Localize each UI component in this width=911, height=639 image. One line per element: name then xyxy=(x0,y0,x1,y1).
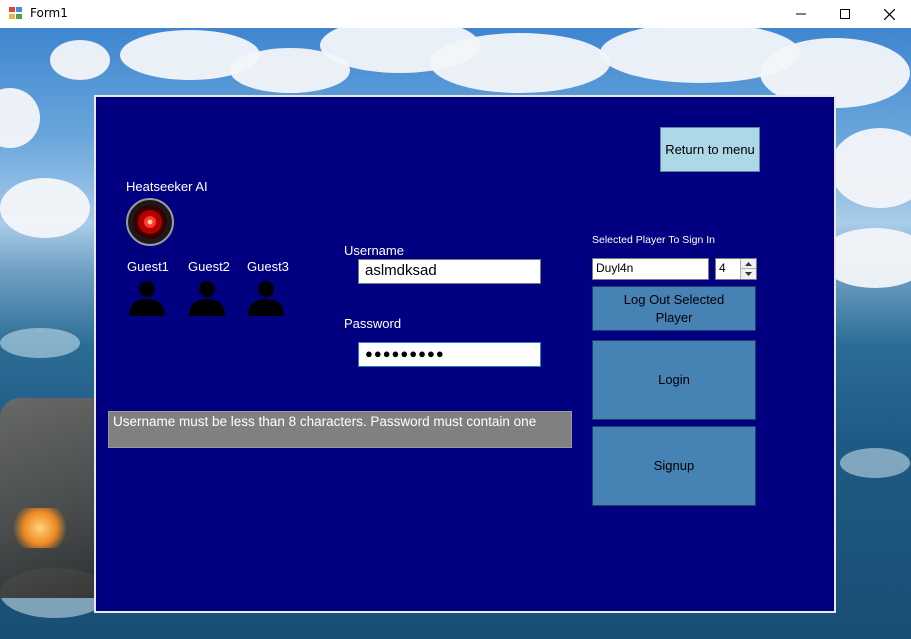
selected-player-label: Selected Player To Sign In xyxy=(592,234,715,246)
title-bar: Form1 xyxy=(0,0,911,28)
chevron-down-icon xyxy=(745,272,752,276)
guest2-person-icon[interactable] xyxy=(187,279,227,317)
window-title: Form1 xyxy=(30,6,68,20)
maximize-button[interactable] xyxy=(822,0,868,28)
minimize-button[interactable] xyxy=(778,0,824,28)
guest3-label: Guest3 xyxy=(247,259,289,274)
guest1-label: Guest1 xyxy=(127,259,169,274)
error-message: Username must be less than 8 characters.… xyxy=(108,411,572,448)
chevron-up-icon xyxy=(745,261,752,266)
username-label: Username xyxy=(344,243,404,258)
password-label: Password xyxy=(344,316,402,331)
stepper-down-button[interactable] xyxy=(741,269,756,279)
guest2-label: Guest2 xyxy=(188,259,230,274)
close-button[interactable] xyxy=(866,0,911,28)
maximize-icon xyxy=(840,9,850,19)
log-out-selected-player-button[interactable]: Log Out Selected Player xyxy=(592,286,756,331)
player-number-stepper[interactable]: 4 xyxy=(715,258,757,280)
guest3-person-icon[interactable] xyxy=(246,279,286,317)
close-icon xyxy=(883,8,895,20)
signup-button[interactable]: Signup xyxy=(592,426,756,506)
player-number-value: 4 xyxy=(719,261,726,275)
guest1-person-icon[interactable] xyxy=(127,279,167,317)
return-to-menu-button[interactable]: Return to menu xyxy=(660,127,760,172)
main-panel: Return to menu Heatseeker AI Guest1 Gues… xyxy=(94,95,836,613)
login-button[interactable]: Login xyxy=(592,340,756,420)
hal-eye-icon[interactable] xyxy=(126,198,174,246)
player-name-field[interactable]: Duyl4n xyxy=(592,258,709,280)
stepper-up-button[interactable] xyxy=(741,259,756,269)
password-field[interactable]: ●●●●●●●●● xyxy=(358,342,541,367)
ai-label: Heatseeker AI xyxy=(126,179,208,194)
app-icon xyxy=(9,7,23,20)
username-field[interactable]: aslmdksad xyxy=(358,259,541,284)
minimize-icon xyxy=(796,13,806,15)
